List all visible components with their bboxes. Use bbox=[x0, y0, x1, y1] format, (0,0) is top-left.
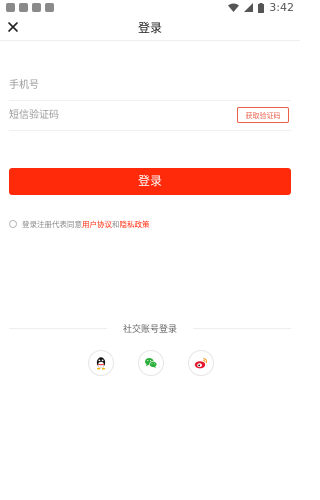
signal-icon bbox=[244, 3, 254, 12]
agree-checkbox[interactable] bbox=[9, 220, 17, 228]
weibo-login-button[interactable] bbox=[188, 350, 214, 376]
sms-code-input[interactable] bbox=[9, 106, 209, 124]
status-time: 3:42 bbox=[269, 1, 294, 14]
social-login-divider: 社交账号登录 bbox=[9, 322, 291, 336]
battery-icon bbox=[258, 2, 265, 13]
user-agreement-link[interactable]: 用户协议 bbox=[82, 219, 112, 230]
wechat-icon bbox=[145, 358, 158, 369]
sms-code-row: 获取验证码 bbox=[9, 100, 291, 131]
weibo-icon bbox=[194, 358, 208, 369]
notification-icon bbox=[6, 3, 15, 12]
divider-line bbox=[193, 328, 291, 329]
get-code-button[interactable]: 获取验证码 bbox=[237, 107, 289, 123]
notification-icons bbox=[6, 3, 54, 12]
status-bar: 3:42 bbox=[0, 0, 300, 16]
agreement-prefix: 登录注册代表同意 bbox=[22, 219, 82, 229]
phone-row bbox=[9, 70, 291, 101]
phone-input[interactable] bbox=[9, 76, 209, 94]
top-nav: 登录 bbox=[0, 16, 300, 41]
notification-icon bbox=[19, 3, 28, 12]
agreement-and: 和 bbox=[112, 219, 120, 229]
privacy-policy-link[interactable]: 隐私政策 bbox=[120, 219, 150, 230]
login-button[interactable]: 登录 bbox=[9, 168, 291, 195]
wechat-login-button[interactable] bbox=[138, 350, 164, 376]
qq-login-button[interactable] bbox=[88, 350, 114, 376]
page-title: 登录 bbox=[137, 21, 162, 35]
agreement: 登录注册代表同意 用户协议 和 隐私政策 bbox=[9, 218, 150, 230]
status-right: 3:42 bbox=[228, 1, 294, 14]
qq-icon bbox=[96, 357, 106, 370]
app-notification-icon bbox=[45, 3, 54, 12]
image-notification-icon bbox=[32, 3, 41, 12]
wifi-icon bbox=[228, 3, 240, 12]
